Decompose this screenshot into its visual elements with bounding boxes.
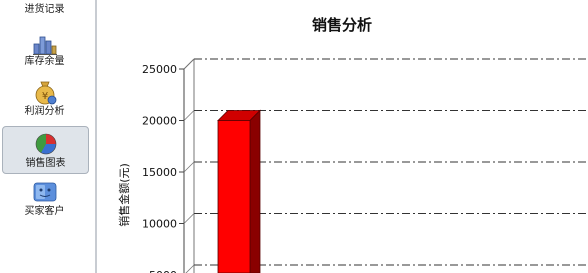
nav-item-purchase-record[interactable]: 进货记录: [2, 4, 87, 20]
bar: [217, 120, 251, 273]
bar-side-face: [249, 109, 261, 273]
gridline-depth: [183, 213, 195, 224]
y-tick-label: 10000: [142, 218, 177, 231]
y-tick-label: 20000: [142, 115, 177, 128]
y-axis-label: 销售金额(元): [117, 163, 131, 227]
inventory-chart-icon: [32, 36, 57, 55]
sidebar-nav: 进货记录 库存余量 ¥ 利润分析 销售图表 买家客户: [0, 0, 92, 273]
nav-item-label: 利润分析: [24, 106, 65, 117]
nav-item-label: 销售图表: [25, 158, 66, 169]
y-tick-label: 5000: [149, 269, 177, 273]
gridline-depth: [185, 264, 195, 273]
nav-item-inventory[interactable]: 库存余量: [2, 32, 87, 72]
sales-chart-panel: 销售分析 5000 10000 15000 20000 25000 销售金额(元): [97, 0, 588, 273]
sales-bar-chart: 销售分析 5000 10000 15000 20000 25000 销售金额(元): [117, 16, 588, 273]
nav-item-label: 进货记录: [24, 4, 65, 15]
svg-text:¥: ¥: [41, 91, 47, 102]
y-tick-label: 25000: [142, 63, 177, 76]
nav-item-customers[interactable]: 买家客户: [2, 180, 87, 224]
nav-item-label: 买家客户: [24, 206, 65, 217]
gridline-depth: [183, 110, 195, 121]
nav-item-label: 库存余量: [24, 56, 65, 67]
money-bag-icon: ¥: [35, 81, 56, 105]
pie-chart-icon: [35, 133, 56, 155]
gridline-depth: [183, 161, 195, 173]
nav-item-sales-chart[interactable]: 销售图表: [2, 126, 89, 174]
customer-icon: [33, 182, 56, 202]
y-tick-label: 15000: [142, 166, 177, 179]
nav-item-profit-analysis[interactable]: ¥ 利润分析: [2, 78, 87, 122]
chart-title: 销售分析: [312, 16, 372, 34]
gridline-depth: [183, 58, 195, 70]
